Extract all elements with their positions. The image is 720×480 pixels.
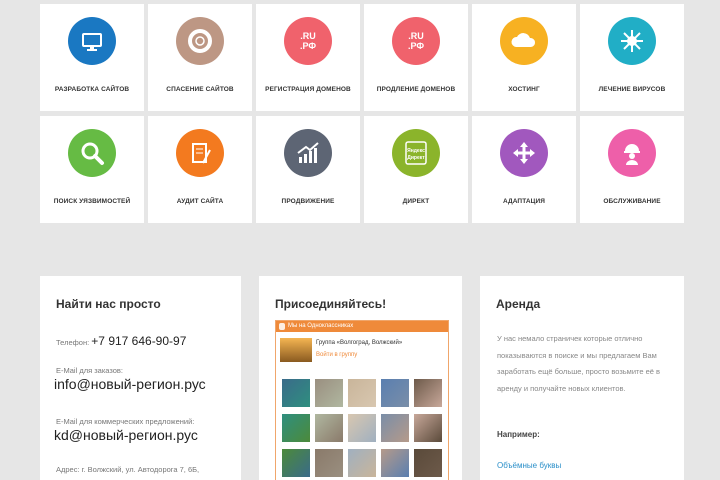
service-tile[interactable]: лечение вирусов: [580, 4, 684, 111]
member-avatar[interactable]: [348, 414, 376, 442]
svg-text:.RU: .RU: [300, 31, 316, 41]
yandex-direct-icon: Яндекс Директ: [392, 129, 440, 177]
services-grid: разработка сайтов спасение сайтов .RU .РФ ре…: [40, 4, 685, 223]
service-tile[interactable]: разработка сайтов: [40, 4, 144, 111]
service-tile[interactable]: адаптация: [472, 116, 576, 223]
phone-label: Телефон: +7 917 646-90-97: [56, 334, 186, 348]
growth-chart-icon: [284, 129, 332, 177]
service-label: продление доменов: [376, 86, 456, 93]
member-avatar[interactable]: [315, 379, 343, 407]
worker-icon: [608, 129, 656, 177]
social-title: Присоединяйтесь!: [275, 297, 387, 311]
member-avatar[interactable]: [381, 449, 409, 477]
service-label: аудит сайта: [176, 198, 224, 205]
service-label: поиск уязвимостей: [53, 198, 131, 205]
widget-header: Мы на Одноклассниках: [276, 321, 448, 332]
service-label: регистрация доменов: [265, 86, 351, 93]
example-label: Например:: [497, 430, 540, 439]
domain-ru-rf-icon: .RU .РФ: [284, 17, 332, 65]
rent-panel: Аренда У нас немало страничек которые от…: [480, 276, 684, 480]
service-tile[interactable]: Яндекс Директ директ: [364, 116, 468, 223]
member-avatar[interactable]: [414, 449, 442, 477]
service-tile[interactable]: .RU .РФ регистрация доменов: [256, 4, 360, 111]
member-avatar[interactable]: [282, 379, 310, 407]
member-avatar[interactable]: [282, 449, 310, 477]
join-group-link[interactable]: Войти в группу: [316, 352, 357, 358]
service-tile[interactable]: спасение сайтов: [148, 4, 252, 111]
member-avatar[interactable]: [414, 379, 442, 407]
service-label: спасение сайтов: [166, 86, 234, 93]
member-avatar[interactable]: [381, 379, 409, 407]
rent-title: Аренда: [496, 297, 541, 311]
address-text: Адрес: г. Волжский, ул. Автодорога 7, 6Б…: [56, 465, 200, 474]
service-tile[interactable]: .RU .РФ продление доменов: [364, 4, 468, 111]
member-avatar[interactable]: [381, 414, 409, 442]
member-avatar[interactable]: [348, 379, 376, 407]
group-avatar[interactable]: [280, 338, 312, 362]
move-arrows-icon: [500, 129, 548, 177]
example-link[interactable]: Объёмные буквы: [497, 461, 561, 470]
email-orders-label: E-Mail для заказов:: [56, 366, 123, 375]
svg-text:Директ: Директ: [407, 155, 425, 161]
service-label: разработка сайтов: [54, 86, 130, 93]
service-tile[interactable]: хостинг: [472, 4, 576, 111]
cloud-icon: [500, 17, 548, 65]
svg-text:.RU: .RU: [408, 31, 424, 41]
odnoklassniki-widget[interactable]: Мы на Одноклассниках Группа «Волгоград, …: [275, 320, 449, 480]
service-tile[interactable]: обслуживание: [580, 116, 684, 223]
rent-description: У нас немало страничек которые отлично п…: [497, 334, 661, 393]
svg-text:.РФ: .РФ: [408, 41, 424, 51]
service-tile[interactable]: аудит сайта: [148, 116, 252, 223]
member-avatar[interactable]: [315, 449, 343, 477]
service-tile[interactable]: продвижение: [256, 116, 360, 223]
member-avatar[interactable]: [315, 414, 343, 442]
virus-icon: [608, 17, 656, 65]
document-pen-icon: [176, 129, 224, 177]
member-avatar[interactable]: [282, 414, 310, 442]
svg-text:Яндекс: Яндекс: [407, 148, 425, 154]
monitor-icon: [68, 17, 116, 65]
email-commercial-link[interactable]: kd@новый-регион.рус: [54, 427, 198, 443]
svg-text:.РФ: .РФ: [300, 41, 316, 51]
member-avatar[interactable]: [414, 414, 442, 442]
service-label: хостинг: [508, 86, 540, 93]
service-label: продвижение: [281, 198, 335, 205]
magnifier-icon: [68, 129, 116, 177]
domain-ru-rf-icon: .RU .РФ: [392, 17, 440, 65]
contacts-title: Найти нас просто: [56, 297, 161, 311]
phone-number[interactable]: +7 917 646-90-97: [91, 334, 186, 348]
email-orders-link[interactable]: info@новый-регион.рус: [54, 376, 206, 392]
group-name[interactable]: Группа «Волгоград, Волжский»: [316, 340, 402, 346]
phone-label-text: Телефон:: [56, 338, 90, 347]
service-label: лечение вирусов: [598, 86, 666, 93]
service-tile[interactable]: поиск уязвимостей: [40, 116, 144, 223]
lifebuoy-icon: [176, 17, 224, 65]
contacts-panel: Найти нас просто Телефон: +7 917 646-90-…: [40, 276, 241, 480]
email-commercial-label: E-Mail для коммерческих предложений:: [56, 417, 195, 426]
service-label: директ: [402, 198, 430, 205]
service-label: адаптация: [502, 198, 546, 205]
social-panel: Присоединяйтесь! Мы на Одноклассниках Гр…: [259, 276, 462, 480]
member-avatar[interactable]: [348, 449, 376, 477]
service-label: обслуживание: [603, 198, 661, 205]
